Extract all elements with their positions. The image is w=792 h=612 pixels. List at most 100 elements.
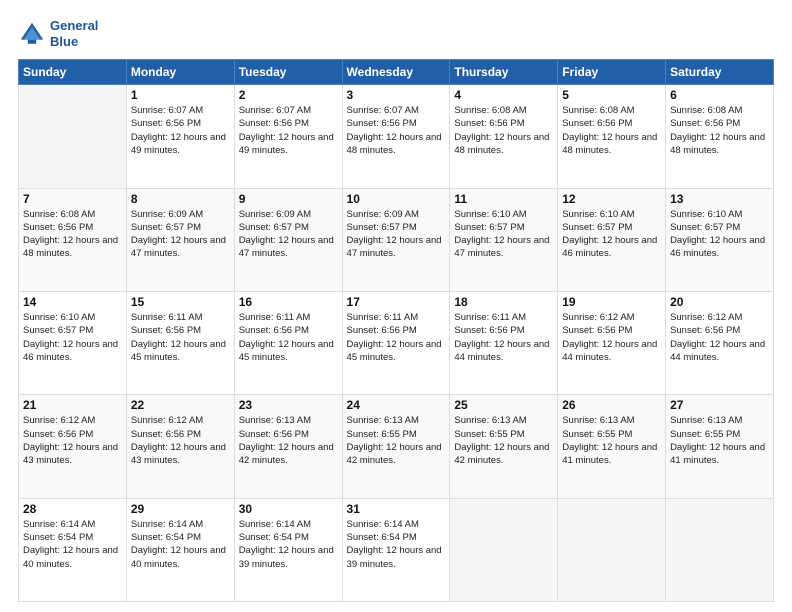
- calendar-cell: 20 Sunrise: 6:12 AM Sunset: 6:56 PM Dayli…: [666, 291, 774, 394]
- calendar-header-cell: Friday: [558, 60, 666, 85]
- calendar-cell: 7 Sunrise: 6:08 AM Sunset: 6:56 PM Daylig…: [19, 188, 127, 291]
- day-number: 1: [131, 88, 230, 102]
- calendar-week-row: 7 Sunrise: 6:08 AM Sunset: 6:56 PM Daylig…: [19, 188, 774, 291]
- day-number: 20: [670, 295, 769, 309]
- cell-info: Sunrise: 6:14 AM Sunset: 6:54 PM Dayligh…: [131, 518, 230, 571]
- cell-info: Sunrise: 6:13 AM Sunset: 6:55 PM Dayligh…: [670, 414, 769, 467]
- day-number: 28: [23, 502, 122, 516]
- page: General Blue SundayMondayTuesdayWednesda…: [0, 0, 792, 612]
- calendar-cell: 14 Sunrise: 6:10 AM Sunset: 6:57 PM Dayli…: [19, 291, 127, 394]
- calendar-cell: [558, 498, 666, 601]
- logo-blue: Blue: [50, 34, 78, 49]
- calendar-cell: 17Sunrise: 6:11 AM Sunset: 6:56 PM Dayli…: [342, 291, 450, 394]
- calendar-cell: 6Sunrise: 6:08 AM Sunset: 6:56 PM Daylig…: [666, 85, 774, 188]
- calendar-header-cell: Monday: [126, 60, 234, 85]
- day-number: 7: [23, 192, 122, 206]
- day-number: 3: [347, 88, 446, 102]
- calendar-cell: 24Sunrise: 6:13 AM Sunset: 6:55 PM Dayli…: [342, 395, 450, 498]
- calendar-cell: 21 Sunrise: 6:12 AM Sunset: 6:56 PM Dayli…: [19, 395, 127, 498]
- day-number: 13: [670, 192, 769, 206]
- cell-info: Sunrise: 6:13 AM Sunset: 6:55 PM Dayligh…: [562, 414, 661, 467]
- calendar-header-cell: Wednesday: [342, 60, 450, 85]
- day-number: 19: [562, 295, 661, 309]
- cell-info: Sunrise: 6:07 AM Sunset: 6:56 PM Dayligh…: [131, 104, 230, 157]
- calendar-header-row: SundayMondayTuesdayWednesdayThursdayFrid…: [19, 60, 774, 85]
- day-number: 9: [239, 192, 338, 206]
- cell-info: Sunrise: 6:10 AM Sunset: 6:57 PM Dayligh…: [562, 208, 661, 261]
- calendar-cell: 15 Sunrise: 6:11 AM Sunset: 6:56 PM Dayli…: [126, 291, 234, 394]
- calendar-cell: 26Sunrise: 6:13 AM Sunset: 6:55 PM Dayli…: [558, 395, 666, 498]
- calendar-cell: 12 Sunrise: 6:10 AM Sunset: 6:57 PM Dayli…: [558, 188, 666, 291]
- cell-info: Sunrise: 6:07 AM Sunset: 6:56 PM Dayligh…: [239, 104, 338, 157]
- calendar-cell: 3 Sunrise: 6:07 AM Sunset: 6:56 PM Daylig…: [342, 85, 450, 188]
- calendar-cell: 27 Sunrise: 6:13 AM Sunset: 6:55 PM Dayli…: [666, 395, 774, 498]
- day-number: 31: [347, 502, 446, 516]
- day-number: 27: [670, 398, 769, 412]
- calendar-cell: 4 Sunrise: 6:08 AM Sunset: 6:56 PM Daylig…: [450, 85, 558, 188]
- cell-info: Sunrise: 6:11 AM Sunset: 6:56 PM Dayligh…: [454, 311, 553, 364]
- calendar-header-cell: Saturday: [666, 60, 774, 85]
- cell-info: Sunrise: 6:12 AM Sunset: 6:56 PM Dayligh…: [562, 311, 661, 364]
- cell-info: Sunrise: 6:08 AM Sunset: 6:56 PM Dayligh…: [23, 208, 122, 261]
- calendar-cell: 8Sunrise: 6:09 AM Sunset: 6:57 PM Daylig…: [126, 188, 234, 291]
- calendar-cell: 28 Sunrise: 6:14 AM Sunset: 6:54 PM Dayli…: [19, 498, 127, 601]
- calendar-cell: 23 Sunrise: 6:13 AM Sunset: 6:56 PM Dayli…: [234, 395, 342, 498]
- header: General Blue: [18, 18, 774, 49]
- cell-info: Sunrise: 6:07 AM Sunset: 6:56 PM Dayligh…: [347, 104, 446, 157]
- calendar-cell: 2 Sunrise: 6:07 AM Sunset: 6:56 PM Daylig…: [234, 85, 342, 188]
- day-number: 22: [131, 398, 230, 412]
- day-number: 17: [347, 295, 446, 309]
- calendar-header-cell: Sunday: [19, 60, 127, 85]
- logo-text: General Blue: [50, 18, 98, 49]
- cell-info: Sunrise: 6:09 AM Sunset: 6:57 PM Dayligh…: [239, 208, 338, 261]
- day-number: 14: [23, 295, 122, 309]
- calendar-week-row: 28 Sunrise: 6:14 AM Sunset: 6:54 PM Dayli…: [19, 498, 774, 601]
- cell-info: Sunrise: 6:14 AM Sunset: 6:54 PM Dayligh…: [239, 518, 338, 571]
- logo-icon: [18, 20, 46, 48]
- cell-info: Sunrise: 6:12 AM Sunset: 6:56 PM Dayligh…: [131, 414, 230, 467]
- day-number: 25: [454, 398, 553, 412]
- cell-info: Sunrise: 6:09 AM Sunset: 6:57 PM Dayligh…: [347, 208, 446, 261]
- day-number: 11: [454, 192, 553, 206]
- calendar-cell: 11Sunrise: 6:10 AM Sunset: 6:57 PM Dayli…: [450, 188, 558, 291]
- calendar-header-cell: Thursday: [450, 60, 558, 85]
- cell-info: Sunrise: 6:11 AM Sunset: 6:56 PM Dayligh…: [131, 311, 230, 364]
- day-number: 15: [131, 295, 230, 309]
- calendar-week-row: 21 Sunrise: 6:12 AM Sunset: 6:56 PM Dayli…: [19, 395, 774, 498]
- day-number: 4: [454, 88, 553, 102]
- calendar-cell: 22 Sunrise: 6:12 AM Sunset: 6:56 PM Dayli…: [126, 395, 234, 498]
- day-number: 18: [454, 295, 553, 309]
- cell-info: Sunrise: 6:08 AM Sunset: 6:56 PM Dayligh…: [562, 104, 661, 157]
- day-number: 23: [239, 398, 338, 412]
- calendar-cell: 1 Sunrise: 6:07 AM Sunset: 6:56 PM Daylig…: [126, 85, 234, 188]
- calendar: SundayMondayTuesdayWednesdayThursdayFrid…: [18, 59, 774, 602]
- calendar-cell: 19 Sunrise: 6:12 AM Sunset: 6:56 PM Dayli…: [558, 291, 666, 394]
- calendar-week-row: 14 Sunrise: 6:10 AM Sunset: 6:57 PM Dayli…: [19, 291, 774, 394]
- cell-info: Sunrise: 6:12 AM Sunset: 6:56 PM Dayligh…: [23, 414, 122, 467]
- cell-info: Sunrise: 6:14 AM Sunset: 6:54 PM Dayligh…: [23, 518, 122, 571]
- calendar-week-row: 1 Sunrise: 6:07 AM Sunset: 6:56 PM Daylig…: [19, 85, 774, 188]
- calendar-cell: 16Sunrise: 6:11 AM Sunset: 6:56 PM Dayli…: [234, 291, 342, 394]
- cell-info: Sunrise: 6:13 AM Sunset: 6:56 PM Dayligh…: [239, 414, 338, 467]
- calendar-cell: 10Sunrise: 6:09 AM Sunset: 6:57 PM Dayli…: [342, 188, 450, 291]
- cell-info: Sunrise: 6:08 AM Sunset: 6:56 PM Dayligh…: [454, 104, 553, 157]
- logo-general: General: [50, 18, 98, 33]
- cell-info: Sunrise: 6:12 AM Sunset: 6:56 PM Dayligh…: [670, 311, 769, 364]
- calendar-cell: 9 Sunrise: 6:09 AM Sunset: 6:57 PM Daylig…: [234, 188, 342, 291]
- calendar-cell: 5 Sunrise: 6:08 AM Sunset: 6:56 PM Daylig…: [558, 85, 666, 188]
- calendar-header-cell: Tuesday: [234, 60, 342, 85]
- logo: General Blue: [18, 18, 98, 49]
- calendar-cell: 13Sunrise: 6:10 AM Sunset: 6:57 PM Dayli…: [666, 188, 774, 291]
- calendar-cell: [666, 498, 774, 601]
- day-number: 21: [23, 398, 122, 412]
- calendar-cell: 18 Sunrise: 6:11 AM Sunset: 6:56 PM Dayli…: [450, 291, 558, 394]
- calendar-cell: 30 Sunrise: 6:14 AM Sunset: 6:54 PM Dayli…: [234, 498, 342, 601]
- day-number: 5: [562, 88, 661, 102]
- cell-info: Sunrise: 6:13 AM Sunset: 6:55 PM Dayligh…: [347, 414, 446, 467]
- cell-info: Sunrise: 6:10 AM Sunset: 6:57 PM Dayligh…: [23, 311, 122, 364]
- day-number: 29: [131, 502, 230, 516]
- cell-info: Sunrise: 6:11 AM Sunset: 6:56 PM Dayligh…: [239, 311, 338, 364]
- day-number: 30: [239, 502, 338, 516]
- day-number: 12: [562, 192, 661, 206]
- day-number: 2: [239, 88, 338, 102]
